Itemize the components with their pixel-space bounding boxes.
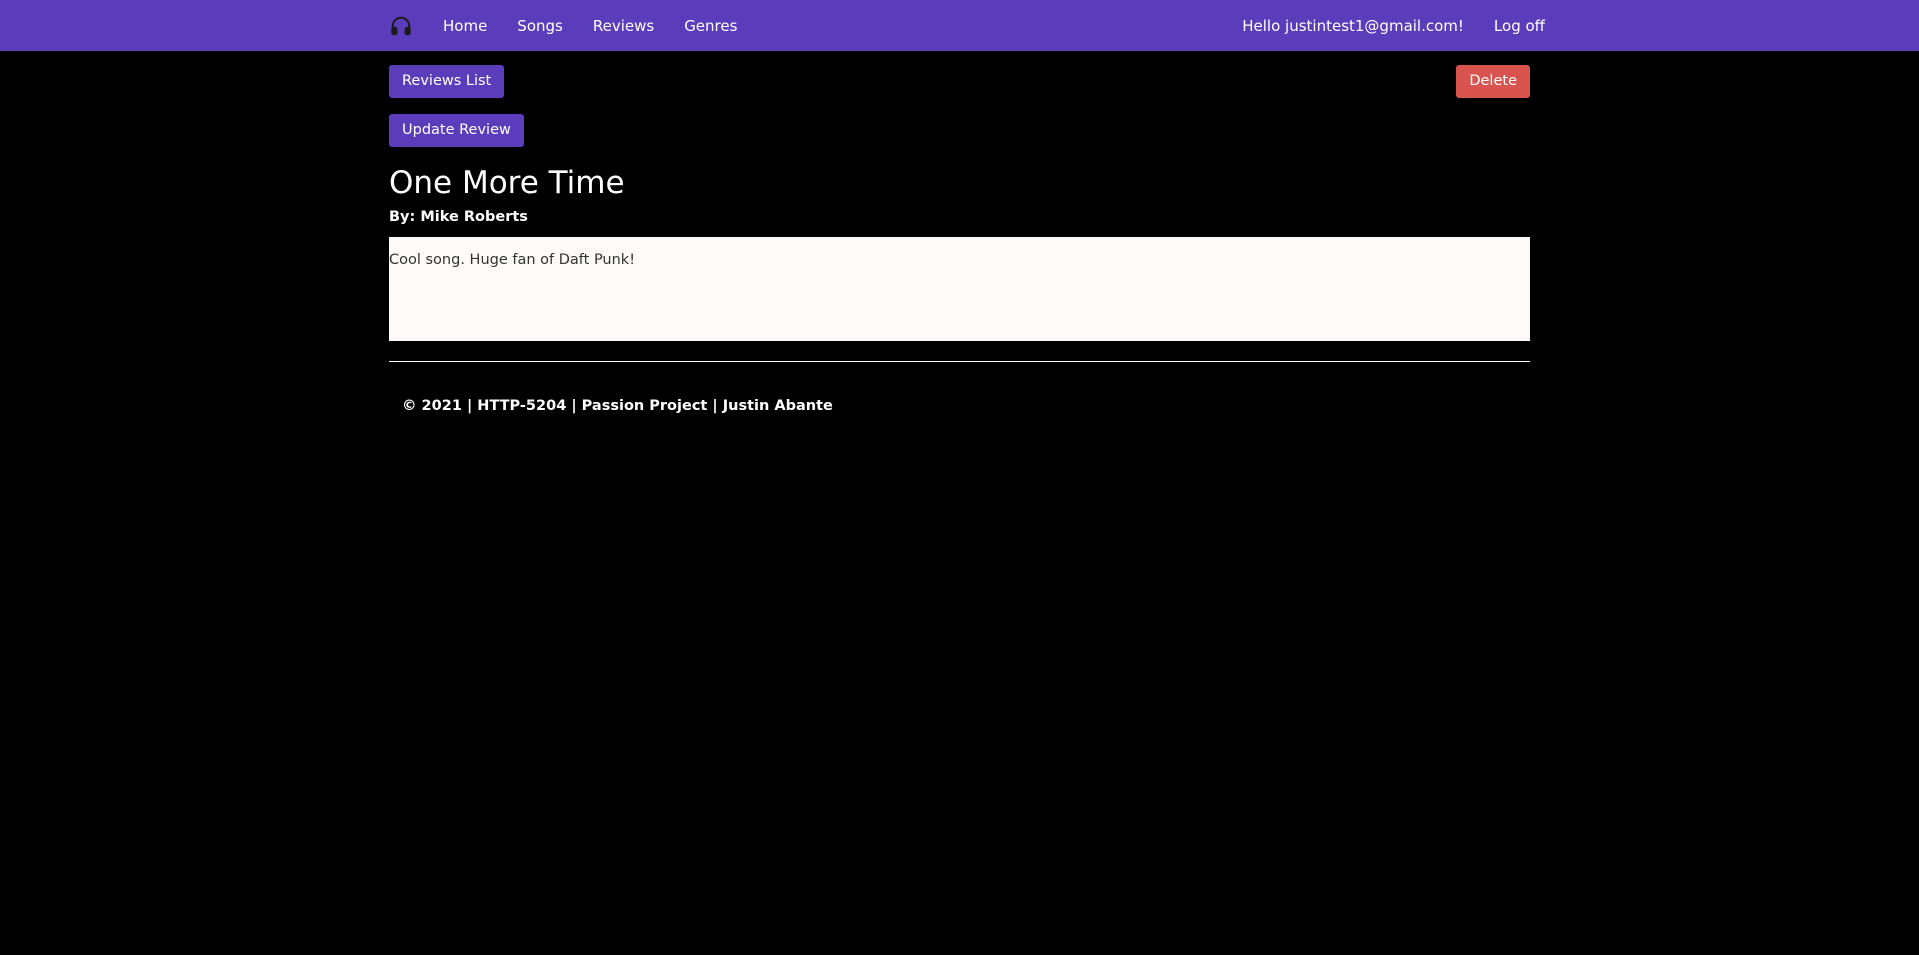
nav-link-songs[interactable]: Songs: [517, 17, 563, 35]
review-body-box: Cool song. Huge fan of Daft Punk!: [389, 237, 1530, 341]
update-review-button[interactable]: Update Review: [389, 114, 524, 147]
delete-button[interactable]: Delete: [1456, 65, 1530, 98]
nav-link-home[interactable]: Home: [443, 17, 487, 35]
nav-link-reviews[interactable]: Reviews: [593, 17, 654, 35]
update-row: Update Review: [389, 114, 1530, 147]
main-content: Reviews List Delete Update Review One Mo…: [389, 51, 1530, 415]
navbar-inner: Home Songs Reviews Genres Hello justinte…: [389, 0, 1545, 51]
review-body-text: Cool song. Huge fan of Daft Punk!: [389, 252, 636, 268]
footer-text: © 2021 | HTTP-5204 | Passion Project | J…: [402, 398, 833, 414]
user-greeting-link[interactable]: Hello justintest1@gmail.com!: [1242, 17, 1464, 35]
reviews-list-button[interactable]: Reviews List: [389, 65, 505, 98]
nav-link-genres[interactable]: Genres: [684, 17, 737, 35]
top-navbar: Home Songs Reviews Genres Hello justinte…: [0, 0, 1919, 51]
action-row: Reviews List Delete: [389, 65, 1530, 98]
nav-user-area: Hello justintest1@gmail.com! Log off: [1242, 17, 1545, 35]
review-author: By: Mike Roberts: [389, 209, 528, 225]
footer-divider: [389, 361, 1530, 362]
logoff-link[interactable]: Log off: [1494, 17, 1545, 35]
headphones-icon[interactable]: [389, 14, 413, 38]
review-title: One More Time: [389, 165, 625, 201]
